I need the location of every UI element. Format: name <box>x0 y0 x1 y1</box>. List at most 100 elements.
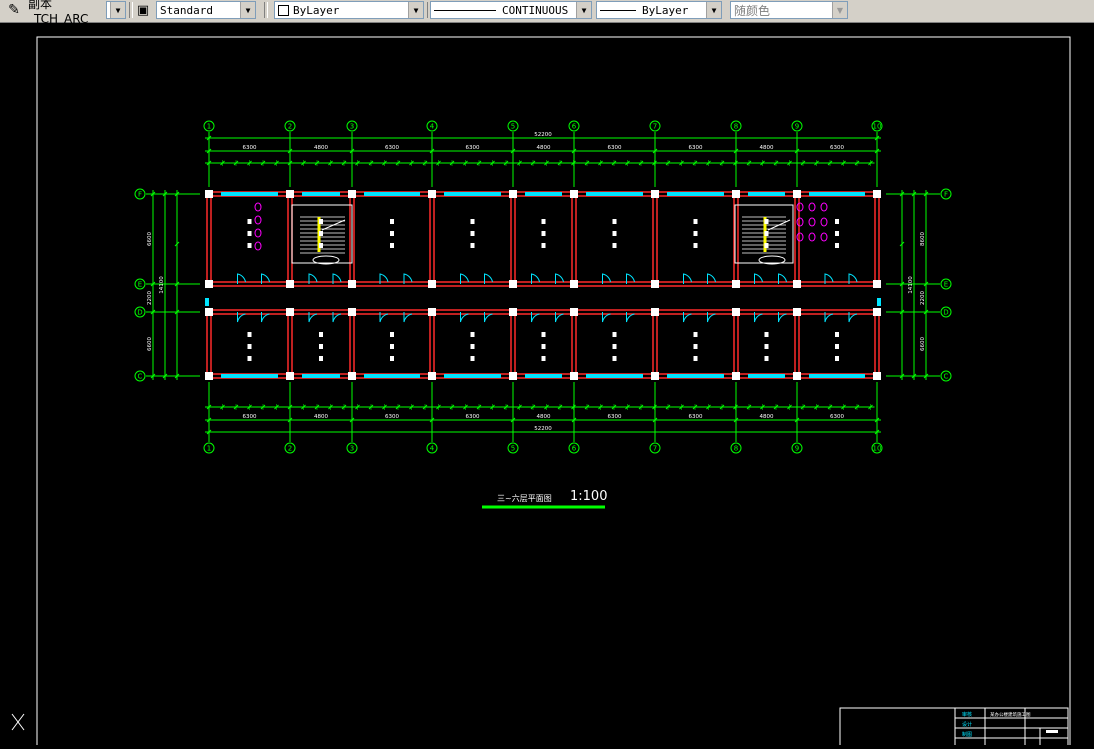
window <box>302 192 340 196</box>
room-labels <box>247 219 839 361</box>
window <box>525 374 562 378</box>
dimension-text: 6300 <box>243 145 257 151</box>
window <box>525 192 562 196</box>
room-label-glyph <box>247 243 252 248</box>
toilet-fixture <box>808 232 816 242</box>
dimension-text: 6600 <box>147 232 153 246</box>
room-label-glyph <box>612 231 617 236</box>
dimension-text: 6300 <box>466 414 480 420</box>
room-label-glyph <box>319 344 323 349</box>
chevron-down-icon: ▼ <box>832 2 847 18</box>
window <box>586 374 643 378</box>
toilet-fixture <box>808 202 816 212</box>
window <box>809 192 865 196</box>
room-label-glyph <box>693 231 698 236</box>
dimension-text: 6300 <box>830 414 844 420</box>
doors <box>237 273 858 323</box>
color-swatch-icon <box>278 4 289 16</box>
dim-style-icon[interactable]: ▣ <box>133 0 153 20</box>
column <box>509 280 517 288</box>
layer-select[interactable]: ByLayer ▼ <box>274 1 424 19</box>
lineweight-select[interactable]: ByLayer ▼ <box>596 1 722 19</box>
room-label-glyph <box>390 344 394 349</box>
axis-label: 5 <box>511 123 515 131</box>
plan-title: 三~六层平面图 <box>497 493 552 503</box>
dimension-text: 6300 <box>608 145 622 151</box>
column <box>348 308 356 316</box>
axis-label: F <box>138 191 142 199</box>
axis-label: 9 <box>795 123 799 131</box>
dimension-text: 6600 <box>147 337 153 351</box>
column <box>873 280 881 288</box>
room-label-glyph <box>764 344 769 349</box>
dimension-text: 8600 <box>920 232 926 246</box>
toilet-fixture <box>808 217 816 227</box>
column <box>873 190 881 198</box>
drawing-canvas[interactable]: 1 1 2 2 3 3 4 4 5 5 6 6 7 7 8 8 9 9 10 10 F F E E D D C C 52200 6300… <box>0 22 1094 749</box>
text-style-icon[interactable]: ✎ <box>3 0 25 20</box>
room-label-glyph <box>693 344 698 349</box>
room-label-glyph <box>319 332 323 337</box>
dim-style-select[interactable]: Standard ▼ <box>156 1 256 19</box>
axis-bubbles: 1 1 2 2 3 3 4 4 5 5 6 6 7 7 8 8 9 9 10 10 F F E E D D C C <box>134 120 952 454</box>
window <box>205 298 209 306</box>
column <box>732 280 740 288</box>
room-label-glyph <box>612 344 617 349</box>
room-label-glyph <box>612 332 617 337</box>
column <box>570 190 578 198</box>
axis-label: 4 <box>430 123 435 131</box>
drawing-title: 三~六层平面图 1:100 <box>482 489 607 509</box>
room-label-glyph <box>390 231 394 236</box>
axis-label: 9 <box>795 445 799 453</box>
room-label-glyph <box>764 231 769 236</box>
axis-label: 7 <box>653 445 657 453</box>
window <box>364 192 420 196</box>
column <box>205 372 213 380</box>
dimension-text: 6300 <box>466 145 480 151</box>
titleblock-label: 制图 <box>962 731 972 738</box>
dimension-text: 6300 <box>608 414 622 420</box>
column <box>651 280 659 288</box>
room-label-glyph <box>612 243 617 248</box>
room-label-glyph <box>541 243 546 248</box>
toilet-fixture <box>820 202 828 212</box>
room-label-glyph <box>764 219 769 224</box>
dimension-text: 4800 <box>314 145 328 151</box>
column <box>793 190 801 198</box>
column <box>348 280 356 288</box>
room-label-glyph <box>470 231 475 236</box>
column <box>348 372 356 380</box>
text-style-dropdown[interactable]: ▼ <box>106 1 126 19</box>
window <box>221 374 278 378</box>
column <box>509 308 517 316</box>
column <box>348 190 356 198</box>
room-label-glyph <box>764 356 769 361</box>
chevron-down-icon: ▼ <box>110 2 125 18</box>
axis-label: D <box>137 309 142 317</box>
text-style-label[interactable]: 副本 _TCH_ARC <box>28 0 106 26</box>
axis-label: 10 <box>873 123 882 131</box>
room-label-glyph <box>319 243 323 248</box>
title-block: 审核 设计 制图 某办公楼建筑施工图 <box>839 707 1069 749</box>
chevron-down-icon: ▼ <box>576 2 591 18</box>
window <box>667 192 724 196</box>
column <box>873 308 881 316</box>
line-sample-icon <box>600 9 636 11</box>
column <box>286 190 294 198</box>
axis-label: F <box>944 191 948 199</box>
axis-label: 3 <box>350 123 354 131</box>
window <box>748 192 785 196</box>
dimension-text: 4800 <box>537 145 551 151</box>
room-label-glyph <box>541 219 546 224</box>
room-label-glyph <box>470 243 475 248</box>
linetype-select[interactable]: CONTINUOUS ▼ <box>430 1 592 19</box>
window <box>877 298 881 306</box>
room-label-glyph <box>693 243 698 248</box>
titleblock-project: 某办公楼建筑施工图 <box>990 711 1031 718</box>
toilet-fixture <box>254 241 262 251</box>
column <box>570 372 578 380</box>
dimension-text: 6300 <box>689 414 703 420</box>
column <box>509 190 517 198</box>
room-label-glyph <box>247 344 252 349</box>
room-label-glyph <box>247 219 252 224</box>
